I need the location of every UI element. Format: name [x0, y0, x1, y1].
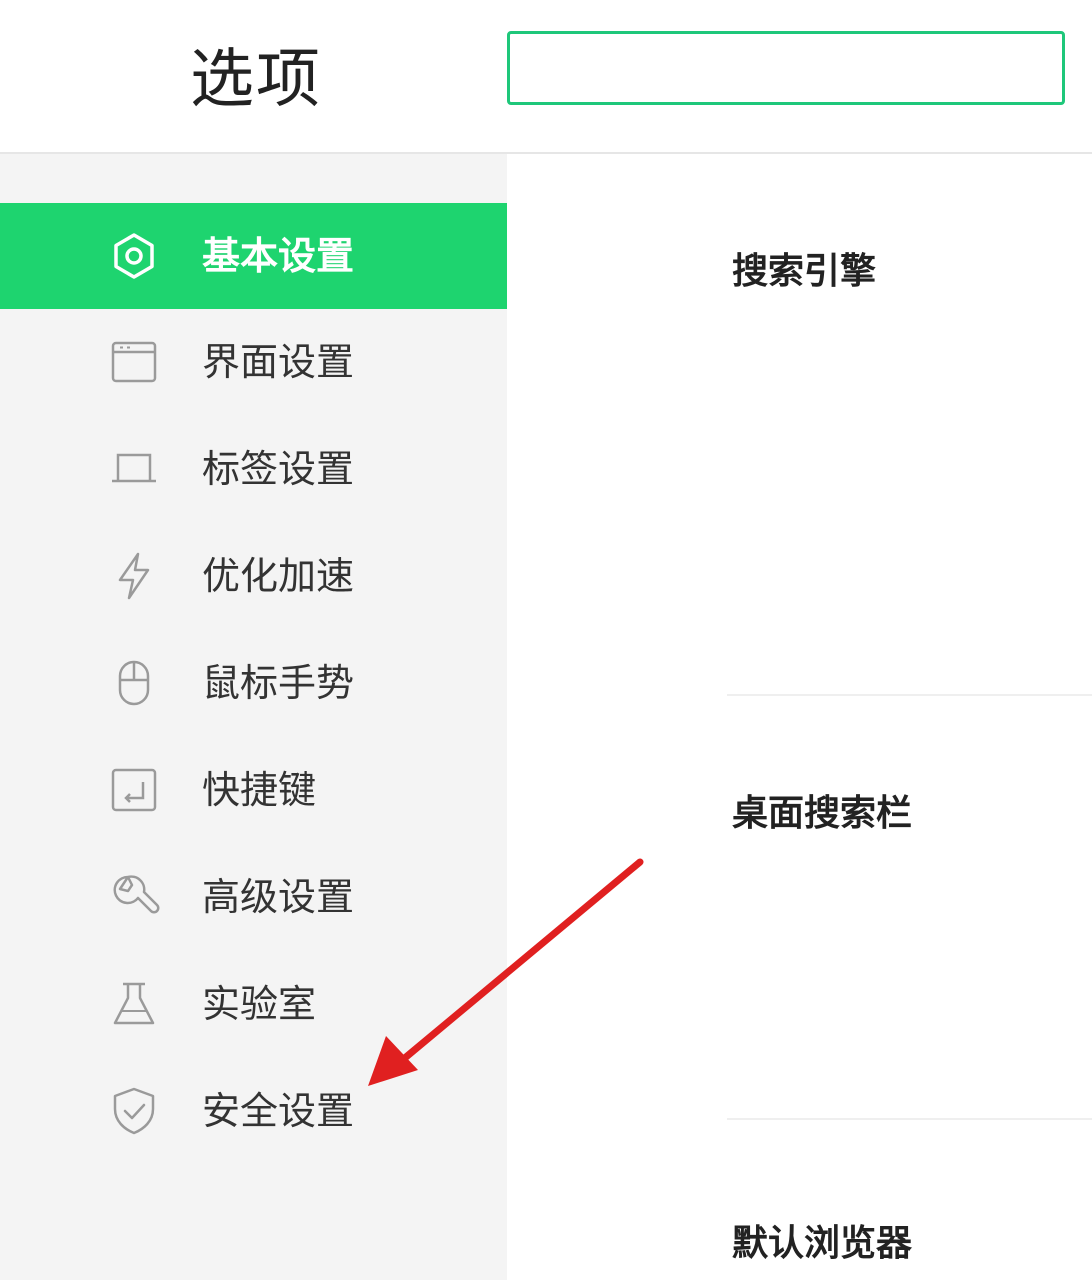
shortcut-key-icon — [108, 764, 160, 816]
flask-icon — [108, 978, 160, 1030]
page-title: 选项 — [190, 43, 322, 117]
sidebar-item-label: 优化加速 — [202, 554, 355, 598]
sidebar-item-advanced-settings[interactable]: 高级设置 — [0, 844, 507, 950]
section-divider — [727, 1118, 1092, 1120]
window-icon — [108, 336, 160, 388]
section-title-desktop-search-bar: 桌面搜索栏 — [732, 793, 913, 834]
sidebar-item-label: 快捷键 — [202, 768, 317, 812]
sidebar-item-mouse-gestures[interactable]: 鼠标手势 — [0, 630, 507, 736]
section-title-default-browser: 默认浏览器 — [732, 1223, 913, 1264]
sidebar-item-label: 标签设置 — [202, 447, 355, 491]
options-header: 选项 — [0, 0, 1092, 154]
lightning-icon — [108, 550, 160, 602]
sidebar-item-optimize-speed[interactable]: 优化加速 — [0, 523, 507, 629]
sidebar-item-label: 鼠标手势 — [202, 661, 355, 705]
settings-content-panel: 搜索引擎 桌面搜索栏 默认浏览器 — [507, 154, 1092, 1280]
tab-icon — [108, 443, 160, 495]
sidebar-item-label: 安全设置 — [202, 1089, 355, 1133]
sidebar-item-interface-settings[interactable]: 界面设置 — [0, 309, 507, 415]
sidebar-item-label: 界面设置 — [202, 340, 355, 384]
sidebar-item-label: 高级设置 — [202, 875, 355, 919]
sidebar-item-shortcut-keys[interactable]: 快捷键 — [0, 737, 507, 843]
section-divider — [727, 694, 1092, 696]
shield-check-icon — [108, 1085, 160, 1137]
settings-search-input[interactable] — [507, 31, 1065, 105]
mouse-icon — [108, 657, 160, 709]
sidebar-item-basic-settings[interactable]: 基本设置 — [0, 203, 507, 309]
sidebar-item-lab[interactable]: 实验室 — [0, 951, 507, 1057]
settings-sidebar: 基本设置 界面设置 标签设置 优化加速 鼠标手势 快捷键 高级设置 实验室 安全… — [0, 154, 507, 1280]
sidebar-item-label: 实验室 — [202, 982, 317, 1026]
sidebar-item-security-settings[interactable]: 安全设置 — [0, 1058, 507, 1164]
hexagon-gear-icon — [108, 230, 160, 282]
sidebar-item-tab-settings[interactable]: 标签设置 — [0, 416, 507, 522]
wrench-icon — [108, 871, 160, 923]
section-title-search-engine: 搜索引擎 — [732, 251, 877, 292]
sidebar-item-label: 基本设置 — [202, 234, 355, 278]
